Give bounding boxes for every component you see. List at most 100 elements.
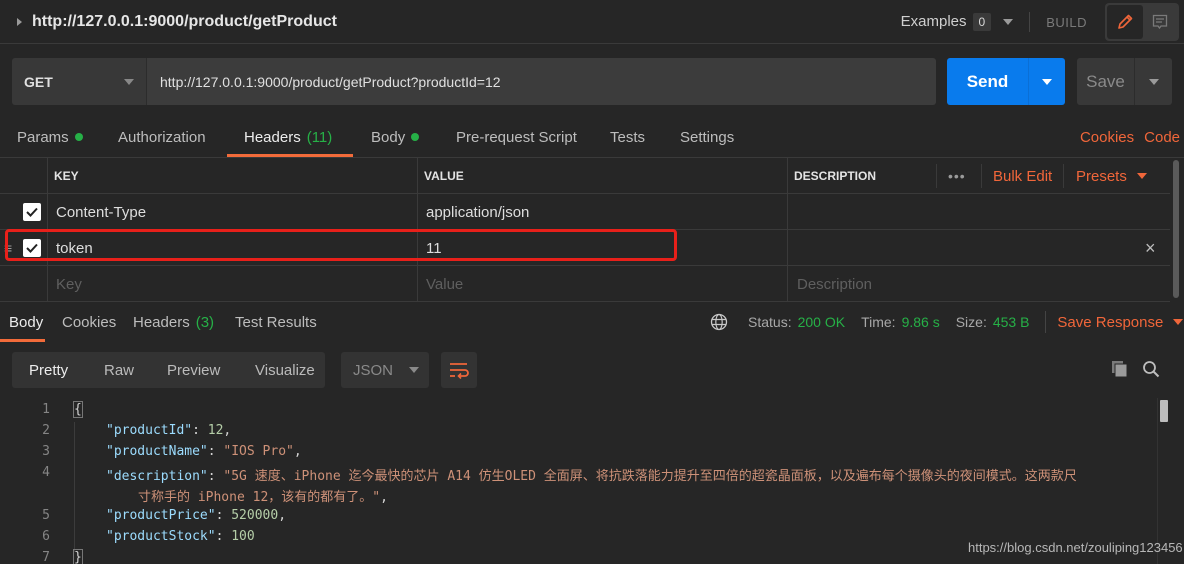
tab-label: Params bbox=[17, 128, 69, 146]
wrap-lines-button[interactable] bbox=[441, 352, 477, 388]
table-header-row: KEY VALUE DESCRIPTION ••• Bulk Edit Pres… bbox=[0, 158, 1170, 194]
time-value[interactable]: 9.86 s bbox=[902, 314, 940, 330]
header-description-cell[interactable] bbox=[796, 230, 1126, 266]
format-value: JSON bbox=[353, 361, 394, 379]
divider bbox=[981, 164, 982, 188]
code-line: "productPrice": 520000, bbox=[106, 508, 287, 523]
url-input[interactable]: http://127.0.0.1:9000/product/getProduct… bbox=[147, 58, 936, 105]
response-tab-body[interactable]: Body bbox=[9, 303, 43, 341]
examples-dropdown[interactable]: Examples 0 bbox=[901, 13, 992, 31]
headers-scrollbar[interactable] bbox=[1173, 160, 1179, 298]
response-scrollbar[interactable] bbox=[1160, 400, 1168, 422]
response-tab-headers[interactable]: Headers (3) bbox=[133, 303, 214, 341]
row-enabled-checkbox[interactable] bbox=[23, 194, 41, 230]
punct: , bbox=[278, 508, 287, 523]
tab-tests[interactable]: Tests bbox=[610, 118, 645, 156]
code-link[interactable]: Code bbox=[1144, 129, 1180, 146]
header-value-cell[interactable]: application/json bbox=[426, 194, 529, 230]
new-description-input[interactable]: Description bbox=[797, 266, 872, 302]
presets-dropdown[interactable]: Presets bbox=[1076, 158, 1147, 194]
indent-guide bbox=[74, 422, 75, 552]
tab-label: Settings bbox=[680, 128, 735, 146]
tab-label: Cookies bbox=[62, 313, 117, 331]
request-title-bar: http://127.0.0.1:9000/product/getProduct… bbox=[0, 0, 1184, 44]
response-tab-cookies[interactable]: Cookies bbox=[62, 303, 116, 341]
method-chevron-down-icon bbox=[124, 78, 134, 85]
tab-label: Authorization bbox=[118, 128, 206, 146]
edit-mode-button[interactable] bbox=[1107, 5, 1143, 39]
highlight-annotation-box bbox=[5, 229, 677, 261]
tab-label: Body bbox=[371, 128, 406, 146]
globe-icon[interactable] bbox=[710, 313, 728, 331]
save-button-group: Save bbox=[1077, 58, 1172, 105]
body-active-dot-icon bbox=[411, 133, 420, 141]
examples-chevron-down-icon[interactable] bbox=[1003, 19, 1014, 25]
column-header-key: KEY bbox=[54, 169, 79, 183]
tab-label: Headers bbox=[133, 313, 190, 331]
expand-caret-icon[interactable] bbox=[17, 17, 22, 26]
tab-settings[interactable]: Settings bbox=[680, 118, 734, 156]
send-button-group: Send bbox=[947, 58, 1065, 105]
code-line: "productId": 12, bbox=[106, 423, 232, 438]
json-value: "IOS Pro" bbox=[223, 444, 294, 459]
tab-body[interactable]: Body bbox=[371, 118, 420, 156]
column-header-value: VALUE bbox=[424, 169, 464, 183]
view-preview-button[interactable]: Preview bbox=[167, 362, 220, 379]
save-button[interactable]: Save bbox=[1077, 58, 1135, 105]
json-key: "productPrice" bbox=[106, 508, 216, 523]
pencil-icon bbox=[1118, 14, 1133, 29]
code-line: "productName": "IOS Pro", bbox=[106, 444, 302, 459]
view-pretty-button[interactable]: Pretty bbox=[29, 362, 68, 379]
search-icon[interactable] bbox=[1142, 360, 1160, 378]
view-visualize-button[interactable]: Visualize bbox=[255, 362, 315, 379]
more-options-button[interactable]: ••• bbox=[948, 158, 966, 194]
json-key: "productStock" bbox=[106, 529, 216, 544]
json-key: "productName" bbox=[106, 444, 208, 459]
view-mode-selector: Pretty Raw Preview Visualize bbox=[12, 352, 325, 388]
new-value-input[interactable]: Value bbox=[426, 266, 463, 302]
divider bbox=[1029, 12, 1031, 32]
bulk-edit-button[interactable]: Bulk Edit bbox=[993, 158, 1052, 194]
line-number: 3 bbox=[42, 444, 50, 459]
line-number: 1 bbox=[42, 402, 50, 417]
line-number: 5 bbox=[42, 508, 50, 523]
comments-button[interactable] bbox=[1143, 5, 1177, 39]
format-select[interactable]: JSON bbox=[341, 352, 429, 388]
divider bbox=[936, 164, 937, 188]
tab-label: Test Results bbox=[235, 313, 317, 331]
header-key-cell[interactable]: Content-Type bbox=[56, 194, 146, 230]
copy-icon[interactable] bbox=[1111, 360, 1129, 378]
request-name[interactable]: http://127.0.0.1:9000/product/getProduct bbox=[32, 13, 337, 31]
tab-label: Pre-request Script bbox=[456, 128, 577, 146]
method-select[interactable]: GET bbox=[12, 58, 147, 105]
json-value: 520000 bbox=[231, 508, 279, 523]
view-raw-button[interactable]: Raw bbox=[104, 362, 134, 379]
examples-label: Examples bbox=[900, 13, 967, 30]
chevron-down-icon bbox=[1136, 173, 1147, 179]
save-response-button[interactable]: Save Response bbox=[1057, 314, 1163, 331]
comment-icon bbox=[1152, 14, 1168, 30]
send-button[interactable]: Send bbox=[947, 58, 1029, 105]
response-tab-test-results[interactable]: Test Results bbox=[235, 303, 317, 341]
tab-authorization[interactable]: Authorization bbox=[118, 118, 206, 156]
tab-params[interactable]: Params bbox=[17, 118, 83, 156]
line-number: 6 bbox=[42, 529, 50, 544]
tab-pre-request-script[interactable]: Pre-request Script bbox=[456, 118, 577, 156]
headers-count: (3) bbox=[195, 313, 215, 331]
save-response-chevron-down-icon[interactable] bbox=[1173, 319, 1184, 325]
cookies-link[interactable]: Cookies bbox=[1080, 129, 1134, 146]
header-description-cell[interactable] bbox=[796, 194, 1166, 230]
send-options-button[interactable] bbox=[1029, 58, 1065, 105]
status-value[interactable]: 200 OK bbox=[798, 314, 845, 330]
mode-toggle bbox=[1105, 3, 1179, 41]
divider bbox=[1045, 311, 1047, 333]
save-options-button[interactable] bbox=[1135, 58, 1172, 105]
tab-headers[interactable]: Headers (11) bbox=[244, 118, 332, 156]
size-value[interactable]: 453 B bbox=[993, 314, 1030, 330]
json-value: "5G 速度、iPhone 迄今最快的芯片 A14 仿生OLED 全面屏、将抗跌… bbox=[223, 469, 1077, 484]
new-key-input[interactable]: Key bbox=[56, 266, 82, 302]
divider bbox=[1063, 164, 1064, 188]
line-number: 2 bbox=[42, 423, 50, 438]
time-label: Time: bbox=[861, 314, 896, 330]
delete-row-close-icon[interactable]: × bbox=[1145, 230, 1156, 266]
